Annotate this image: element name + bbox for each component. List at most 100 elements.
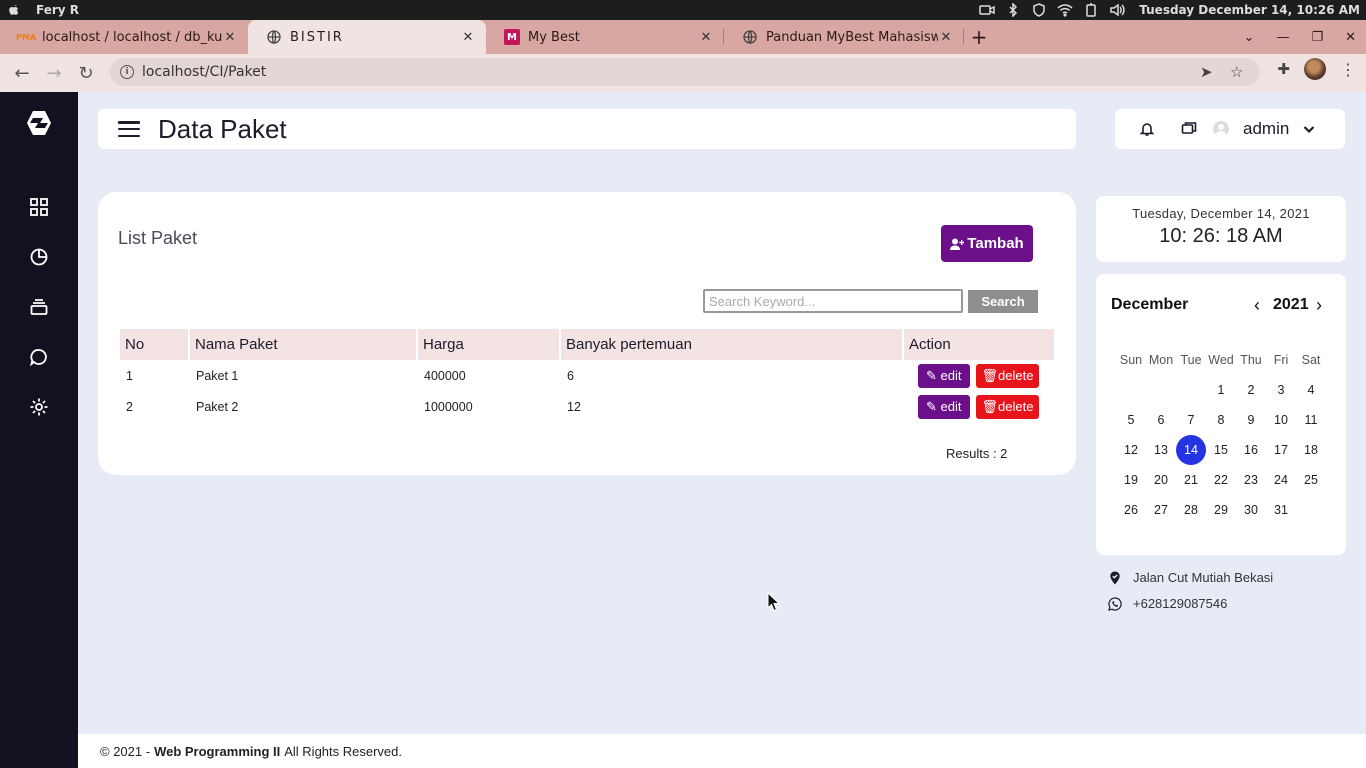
- calendar-day[interactable]: 9: [1236, 405, 1266, 435]
- calendar-day[interactable]: 7: [1176, 405, 1206, 435]
- pie-chart-icon[interactable]: [29, 247, 49, 267]
- forward-icon[interactable]: →: [38, 57, 70, 89]
- calendar-day[interactable]: 18: [1296, 435, 1326, 465]
- username[interactable]: admin: [1243, 119, 1289, 139]
- tab-search-icon[interactable]: ⌄: [1244, 30, 1255, 45]
- shield-icon[interactable]: [1031, 3, 1047, 17]
- close-tab-icon[interactable]: ✕: [698, 30, 714, 45]
- calendar-day[interactable]: 2: [1236, 375, 1266, 405]
- star-icon[interactable]: ☆: [1230, 63, 1243, 81]
- settings-icon[interactable]: [29, 397, 49, 417]
- cell-nama-paket: Paket 1: [196, 368, 239, 383]
- delete-button[interactable]: 🗑delete: [975, 363, 1040, 388]
- calendar-today[interactable]: 14: [1176, 435, 1206, 465]
- close-window-icon[interactable]: ✕: [1345, 30, 1356, 45]
- avatar[interactable]: [1213, 121, 1229, 137]
- calendar-empty-cell: [1146, 375, 1176, 405]
- wifi-icon[interactable]: [1057, 3, 1073, 17]
- browser-tab-mybest[interactable]: M My Best ✕: [486, 20, 724, 54]
- calendar-day[interactable]: 15: [1206, 435, 1236, 465]
- calendar-day[interactable]: 19: [1116, 465, 1146, 495]
- back-icon[interactable]: ←: [6, 57, 38, 89]
- minimize-icon[interactable]: —: [1276, 30, 1289, 45]
- mouse-cursor-icon: [767, 592, 781, 612]
- calendar-day[interactable]: 17: [1266, 435, 1296, 465]
- extensions-icon[interactable]: ✚: [1277, 60, 1290, 78]
- calendar-day[interactable]: 31: [1266, 495, 1296, 525]
- chat-icon[interactable]: [29, 347, 49, 367]
- browser-tab-phpmyadmin[interactable]: PMA localhost / localhost / db_kur ✕: [0, 20, 248, 54]
- logo-icon[interactable]: [25, 109, 53, 137]
- calendar-weekday: Wed: [1208, 353, 1234, 367]
- calendar-day[interactable]: 21: [1176, 465, 1206, 495]
- bell-icon[interactable]: [1139, 121, 1155, 137]
- trash-icon: 🗑: [981, 367, 999, 383]
- calendar-day[interactable]: 22: [1206, 465, 1236, 495]
- close-tab-icon[interactable]: ✕: [460, 30, 476, 45]
- address-info: Jalan Cut Mutiah Bekasi: [1108, 570, 1273, 585]
- messages-icon[interactable]: [1181, 121, 1197, 137]
- bluetooth-icon[interactable]: [1005, 3, 1021, 17]
- calendar-day[interactable]: 12: [1116, 435, 1146, 465]
- search-input[interactable]: [703, 289, 963, 313]
- reload-icon[interactable]: ↻: [70, 57, 102, 89]
- calendar-day[interactable]: 27: [1146, 495, 1176, 525]
- menu-dots-icon[interactable]: ⋮: [1340, 60, 1356, 79]
- add-paket-button[interactable]: Tambah: [941, 225, 1033, 262]
- browser-tab-panduan[interactable]: Panduan MyBest Mahasiswa.p ✕: [724, 20, 964, 54]
- calendar-day[interactable]: 11: [1296, 405, 1326, 435]
- close-tab-icon[interactable]: ✕: [938, 30, 954, 45]
- chevron-down-icon[interactable]: [1303, 124, 1315, 134]
- calendar-day[interactable]: 23: [1236, 465, 1266, 495]
- cell-harga: 400000: [424, 368, 466, 383]
- calendar-day[interactable]: 16: [1236, 435, 1266, 465]
- calendar-day[interactable]: 4: [1296, 375, 1326, 405]
- close-tab-icon[interactable]: ✕: [222, 30, 238, 45]
- hamburger-menu-icon[interactable]: [118, 121, 140, 137]
- calendar-prev-button[interactable]: ‹: [1254, 295, 1260, 316]
- calendar-day[interactable]: 1: [1206, 375, 1236, 405]
- apple-icon[interactable]: [6, 3, 22, 17]
- calendar-next-button[interactable]: ›: [1316, 295, 1322, 316]
- delete-button[interactable]: 🗑delete: [975, 394, 1040, 419]
- calendar-day[interactable]: 6: [1146, 405, 1176, 435]
- calendar-day[interactable]: 30: [1236, 495, 1266, 525]
- profile-avatar[interactable]: [1304, 58, 1326, 80]
- calendar-day[interactable]: 8: [1206, 405, 1236, 435]
- calendar-weekday: Fri: [1273, 353, 1289, 367]
- edit-button[interactable]: ✎ edit: [918, 394, 970, 419]
- os-user-name[interactable]: Fery R: [36, 3, 79, 17]
- calendar-day[interactable]: 3: [1266, 375, 1296, 405]
- calendar-day[interactable]: 26: [1116, 495, 1146, 525]
- volume-icon[interactable]: [1109, 3, 1125, 17]
- calendar-day[interactable]: 24: [1266, 465, 1296, 495]
- calendar-grid: Sun Mon Tue Wed Thu Fri Sat 1 2 3 4 5 6 7 8 9 10 11 12 13 14…: [1116, 345, 1326, 525]
- table-row: 2 Paket 2 1000000 12 ✎ edit 🗑delete: [120, 391, 1054, 422]
- new-tab-button[interactable]: +: [964, 20, 994, 54]
- browser-tab-bistir[interactable]: BISTIR ✕: [248, 20, 486, 54]
- current-date: Tuesday, December 14, 2021: [1132, 206, 1310, 221]
- calendar-day[interactable]: 20: [1146, 465, 1176, 495]
- send-icon[interactable]: ➤: [1200, 63, 1213, 81]
- battery-icon[interactable]: [1083, 3, 1099, 17]
- calendar-day[interactable]: 13: [1146, 435, 1176, 465]
- phone-info: +628129087546: [1108, 596, 1227, 611]
- tab-title: BISTIR: [290, 29, 344, 45]
- dashboard-icon[interactable]: [29, 197, 49, 217]
- camera-icon[interactable]: [979, 3, 996, 17]
- stack-icon[interactable]: [29, 297, 49, 317]
- calendar-day[interactable]: 25: [1296, 465, 1326, 495]
- calendar-day[interactable]: 5: [1116, 405, 1146, 435]
- address-bar[interactable]: i localhost/CI/Paket ➤ ☆: [110, 58, 1260, 86]
- edit-button[interactable]: ✎ edit: [918, 363, 970, 388]
- search-button[interactable]: Search: [968, 290, 1038, 313]
- calendar-year: 2021: [1273, 296, 1309, 313]
- restore-icon[interactable]: ❐: [1311, 30, 1323, 45]
- calendar-day[interactable]: 29: [1206, 495, 1236, 525]
- calendar-day[interactable]: 28: [1176, 495, 1206, 525]
- results-count: Results : 2: [946, 446, 1008, 461]
- info-icon[interactable]: i: [120, 65, 134, 79]
- url-text[interactable]: localhost/CI/Paket: [142, 64, 266, 80]
- system-clock[interactable]: Tuesday December 14, 10:26 AM: [1139, 3, 1360, 17]
- calendar-day[interactable]: 10: [1266, 405, 1296, 435]
